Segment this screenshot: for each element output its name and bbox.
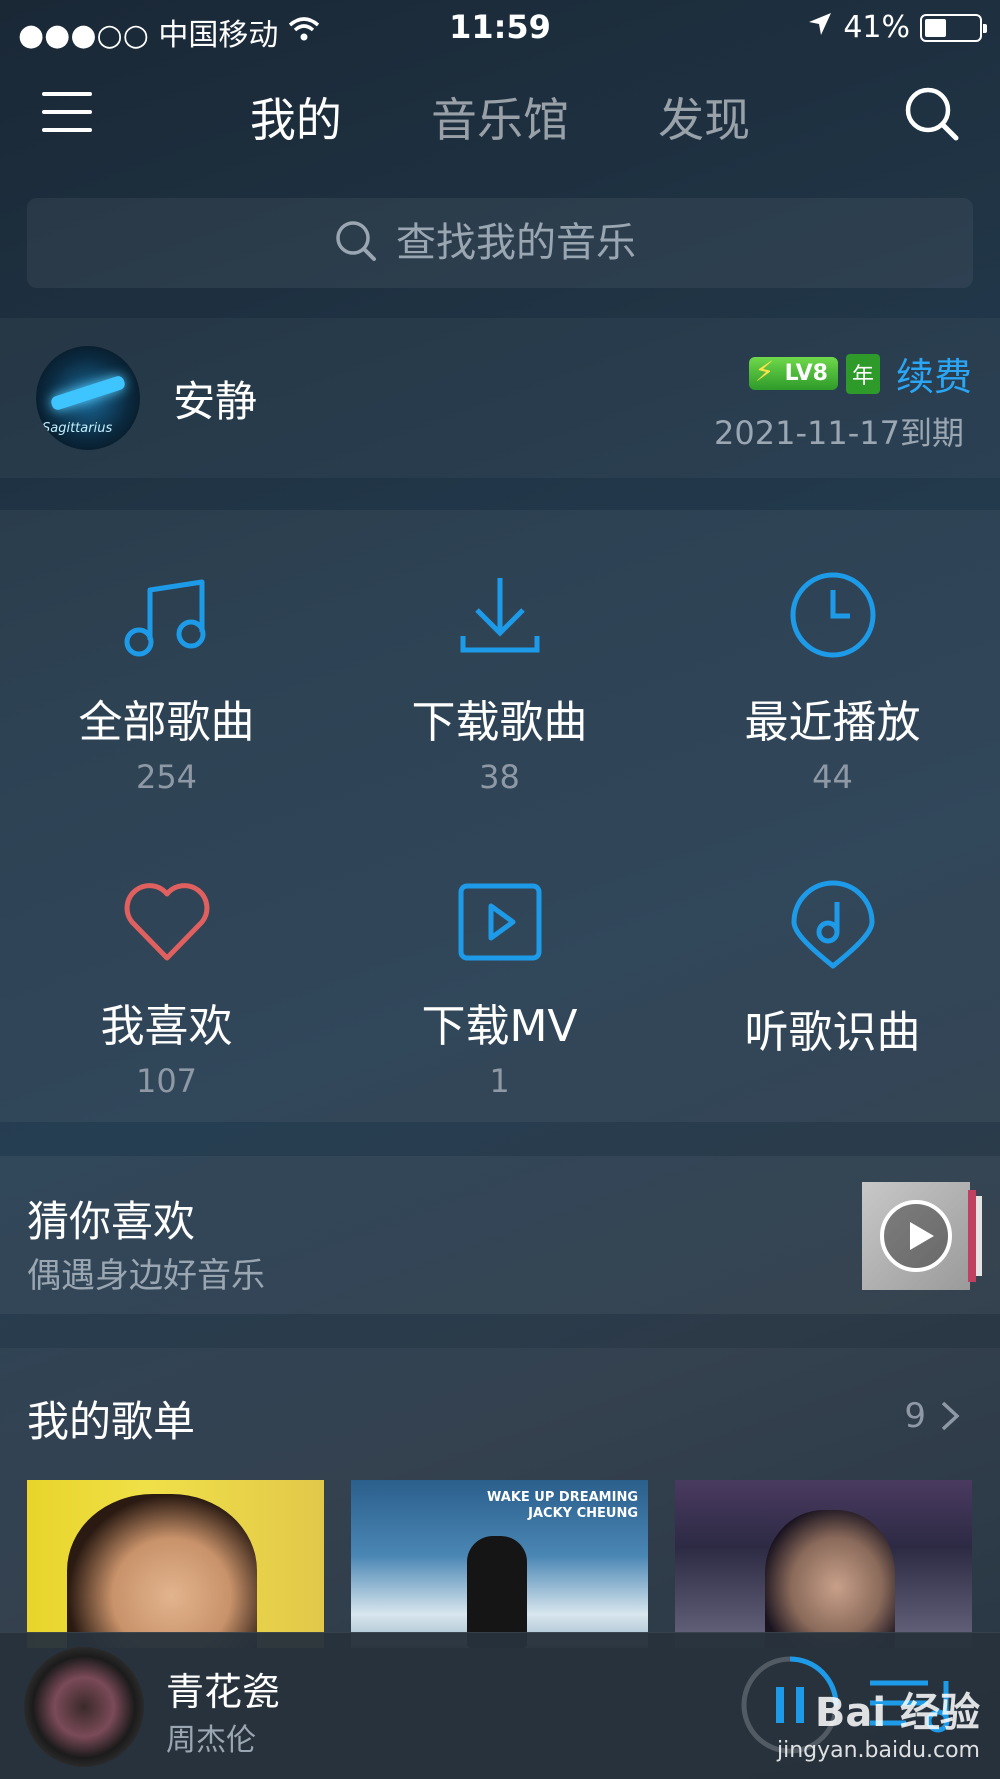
quick-access-grid: 全部歌曲 254 下载歌曲 38 最近播放 44 我喜欢 107 下载MV 1 … [0, 510, 1000, 1122]
clock-icon [790, 572, 875, 658]
playlists-count: 9 [904, 1396, 926, 1436]
renew-link[interactable]: 续费 [896, 346, 972, 401]
vip-status: LV8 年 续费 [748, 346, 972, 401]
chevron-right-icon [941, 1401, 960, 1431]
grid-label: 下载MV [421, 1001, 578, 1052]
guess-title: 猜你喜欢 [27, 1197, 196, 1246]
playlists-more[interactable]: 9 [904, 1396, 960, 1436]
tab-music-hall[interactable]: 音乐馆 [431, 84, 569, 150]
battery-percent: 41% [843, 10, 910, 45]
search-field-icon [334, 219, 378, 267]
search-icon[interactable] [902, 84, 962, 144]
album-art[interactable] [24, 1647, 144, 1767]
tab-discover[interactable]: 发现 [658, 84, 750, 150]
cover-title: WAKE UP DREAMING [487, 1490, 638, 1505]
grid-label: 我喜欢 [100, 1001, 233, 1052]
favorites-button[interactable]: 我喜欢 107 [0, 880, 333, 1100]
grid-count: 38 [479, 758, 520, 796]
song-title: 青花瓷 [166, 1670, 281, 1714]
grid-count: 254 [135, 758, 198, 796]
vip-expiry: 2021-11-17到期 [714, 414, 964, 452]
song-recognition-button[interactable]: 听歌识曲 [666, 880, 999, 1068]
video-icon [458, 883, 541, 961]
tab-bar: 我的 音乐馆 发现 [0, 84, 1000, 150]
music-note-icon [124, 579, 205, 657]
grid-label: 全部歌曲 [78, 697, 255, 748]
tab-mine[interactable]: 我的 [250, 84, 342, 150]
guess-you-like[interactable]: 猜你喜欢 偶遇身边好音乐 [0, 1156, 1000, 1314]
downloaded-songs-button[interactable]: 下载歌曲 38 [333, 570, 666, 796]
baidu-watermark: Bai 经验 jingyan.baidu.com [777, 1680, 980, 1763]
playlist-cover[interactable]: WAKE UP DREAMING JACKY CHEUNG [351, 1480, 648, 1648]
downloaded-mv-button[interactable]: 下载MV 1 [333, 880, 666, 1100]
cover-artist: JACKY CHEUNG [528, 1506, 638, 1521]
location-arrow-icon [807, 10, 833, 45]
playlist-cover[interactable] [27, 1480, 324, 1648]
username: 安静 [173, 377, 258, 426]
heart-icon [124, 883, 209, 961]
grid-count: 107 [135, 1062, 198, 1100]
guess-subtitle: 偶遇身边好音乐 [27, 1256, 265, 1296]
battery-icon [920, 13, 987, 42]
avatar[interactable]: Sagittarius [36, 346, 140, 450]
status-bar: ●●●○○ 中国移动 11:59 41% [0, 0, 1000, 56]
watermark-url: jingyan.baidu.com [776, 1738, 980, 1763]
grid-label: 听歌识曲 [744, 1007, 921, 1058]
search-input[interactable] [396, 220, 666, 266]
grid-count: 1 [489, 1062, 510, 1100]
top-navigation: 我的 音乐馆 发现 [0, 70, 1000, 162]
vip-level-badge: LV8 [748, 355, 838, 390]
playlist-cover[interactable] [675, 1480, 972, 1648]
play-icon[interactable] [880, 1200, 952, 1272]
year-badge: 年 [845, 353, 880, 394]
all-songs-button[interactable]: 全部歌曲 254 [0, 570, 333, 796]
guess-cover[interactable] [862, 1182, 982, 1290]
recognize-icon [791, 880, 874, 969]
profile-card[interactable]: Sagittarius 安静 LV8 年 续费 2021-11-17到期 [0, 318, 1000, 478]
my-music-search[interactable] [27, 198, 973, 288]
download-icon [460, 578, 539, 653]
mini-player[interactable]: 青花瓷 周杰伦 Bai 经验 jingyan.baidu.com [0, 1632, 1000, 1779]
grid-label: 下载歌曲 [411, 697, 588, 748]
playlists-title: 我的歌单 [27, 1397, 196, 1446]
grid-label: 最近播放 [744, 697, 921, 748]
grid-count: 44 [812, 758, 853, 796]
recent-played-button[interactable]: 最近播放 44 [666, 570, 999, 796]
watermark-brand: Bai 经验 [814, 1690, 980, 1736]
my-playlists: 我的歌单 9 WAKE UP DREAMING JACKY CHEUNG [0, 1348, 1000, 1648]
song-artist: 周杰伦 [166, 1723, 256, 1758]
avatar-text: Sagittarius [42, 421, 113, 436]
